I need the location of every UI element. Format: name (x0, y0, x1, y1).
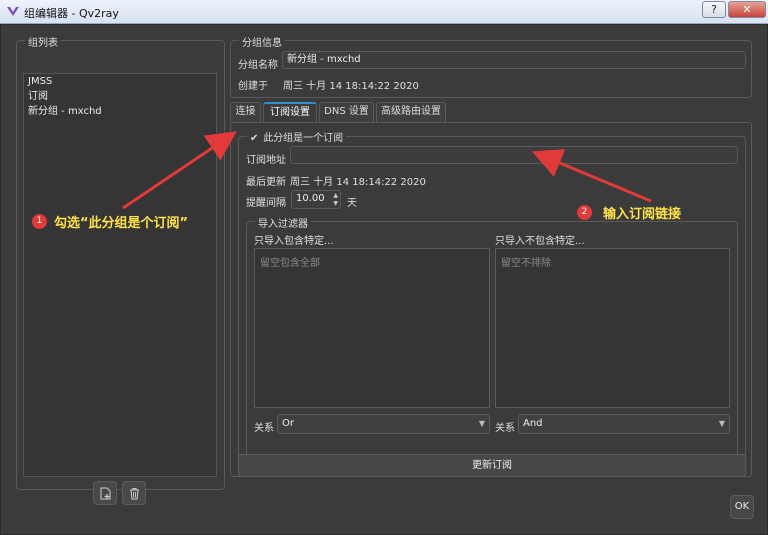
annotation-number-2: 2 (577, 205, 592, 220)
annotation-number-1: 1 (32, 214, 47, 229)
close-button[interactable]: ✕ (728, 1, 766, 18)
annotation-text-2: 输入订阅链接 (603, 207, 682, 222)
annotation-arrow-2 (531, 149, 652, 203)
annotation-text-1: 勾选“此分组是个订阅” (54, 216, 189, 231)
dialog-body: 组列表 JMSS 订阅 新分组 - mxchd 分组信息 分组名称 新分组 - … (0, 24, 768, 535)
annotation-arrows (122, 131, 652, 210)
title-bar: 组编辑器 - Qv2ray ? ✕ (0, 0, 768, 24)
annotation-arrow-1 (122, 131, 237, 210)
window-title: 组编辑器 - Qv2ray (24, 7, 119, 20)
app-icon (7, 7, 19, 16)
help-button[interactable]: ? (702, 1, 726, 18)
